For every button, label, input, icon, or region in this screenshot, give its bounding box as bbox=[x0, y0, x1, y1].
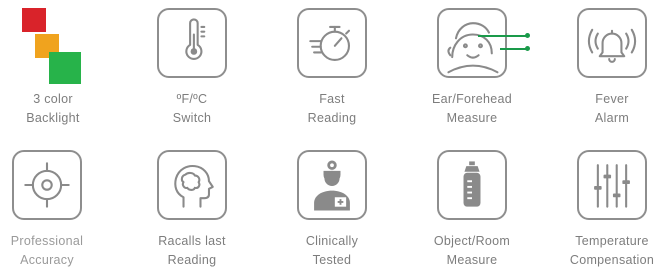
feature-recall: Racalls last Reading bbox=[132, 146, 252, 267]
feature-grid: 3 color Backlight ºF/ºC Switch Fast Read… bbox=[0, 0, 658, 271]
feature-fast-reading: Fast Reading bbox=[272, 2, 392, 125]
baby-bottle-icon bbox=[437, 150, 507, 220]
feature-clinically-tested: Clinically Tested bbox=[272, 146, 392, 267]
feature-label: Fast Reading bbox=[307, 92, 357, 125]
feature-unit-switch: ºF/ºC Switch bbox=[132, 2, 252, 125]
feature-label: Fever Alarm bbox=[594, 92, 630, 125]
alarm-bell-icon bbox=[577, 8, 647, 78]
thermometer-icon bbox=[157, 8, 227, 78]
feature-label: Professional Accuracy bbox=[10, 234, 84, 267]
forehead-indicator-dot bbox=[525, 33, 530, 38]
ear-indicator-line bbox=[500, 48, 528, 50]
feature-label: Ear/Forehead Measure bbox=[431, 92, 513, 125]
feature-object-room: Object/Room Measure bbox=[412, 146, 532, 267]
forehead-indicator-line bbox=[478, 35, 528, 37]
color-squares-icon bbox=[22, 8, 84, 84]
feature-label: 3 color Backlight bbox=[26, 92, 80, 125]
feature-temp-compensation: Temperature Compensation bbox=[552, 146, 658, 267]
feature-label: ºF/ºC Switch bbox=[172, 92, 212, 125]
ear-indicator-dot bbox=[525, 46, 530, 51]
crosshair-icon bbox=[12, 150, 82, 220]
feature-label: Object/Room Measure bbox=[433, 234, 511, 267]
feature-fever-alarm: Fever Alarm bbox=[552, 2, 658, 125]
stopwatch-icon bbox=[297, 8, 367, 78]
feature-accuracy: Professional Accuracy bbox=[0, 146, 107, 267]
head-brain-icon bbox=[157, 150, 227, 220]
feature-label: Racalls last Reading bbox=[158, 234, 226, 267]
feature-ear-forehead: Ear/Forehead Measure bbox=[412, 2, 532, 125]
feature-backlight: 3 color Backlight bbox=[0, 2, 113, 125]
sliders-icon bbox=[577, 150, 647, 220]
child-face-icon bbox=[437, 8, 507, 78]
feature-label: Temperature Compensation bbox=[569, 234, 655, 267]
doctor-icon bbox=[297, 150, 367, 220]
feature-label: Clinically Tested bbox=[305, 234, 359, 267]
